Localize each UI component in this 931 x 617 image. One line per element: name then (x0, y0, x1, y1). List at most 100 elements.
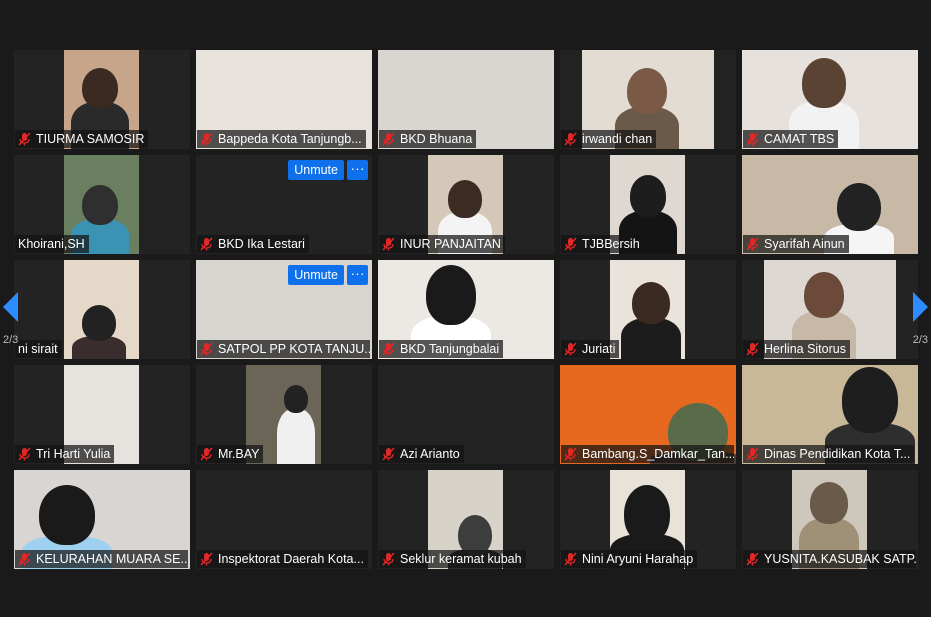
participant-tile[interactable]: CAMAT TBS (742, 50, 918, 149)
mic-muted-icon (200, 447, 213, 461)
participant-name: Seklur keramat kubah (400, 552, 522, 566)
mic-muted-icon (746, 132, 759, 146)
mic-muted-icon (382, 552, 395, 566)
more-options-button[interactable]: ··· (347, 160, 368, 180)
participant-video (64, 260, 139, 359)
mic-muted-icon (200, 342, 213, 356)
participant-name: YUSNITA.KASUBAK SATP... (764, 552, 916, 566)
participant-video (610, 260, 685, 359)
mic-muted-icon (564, 342, 577, 356)
participant-tile[interactable]: KELURAHAN MUARA SE... (14, 470, 190, 569)
participant-name-label: Tri Harti Yulia (15, 445, 115, 463)
participant-name: TJBBersih (582, 237, 640, 251)
previous-page-button[interactable]: 2/3 (0, 262, 28, 357)
more-options-button[interactable]: ··· (347, 265, 368, 285)
participant-name-label: INUR PANJAITAN (379, 235, 505, 253)
participant-name-label: Mr.BAY (197, 445, 264, 463)
participant-name: INUR PANJAITAN (400, 237, 501, 251)
participant-tile[interactable]: Tri Harti Yulia (14, 365, 190, 464)
participant-tile[interactable]: Bambang.S_Damkar_Tan... (560, 365, 736, 464)
chevron-right-icon (913, 292, 928, 322)
participant-name-label: Seklur keramat kubah (379, 550, 526, 568)
participant-tile[interactable]: Herlina Sitorus (742, 260, 918, 359)
participant-tile[interactable]: BKD Tanjungbalai (378, 260, 554, 359)
mic-muted-icon (200, 132, 213, 146)
mic-muted-icon (746, 552, 759, 566)
mic-muted-icon (18, 132, 31, 146)
participant-tile[interactable]: YUSNITA.KASUBAK SATP... (742, 470, 918, 569)
participant-name-label: TJBBersih (561, 235, 644, 253)
participant-name-label: Juriati (561, 340, 620, 358)
mic-muted-icon (746, 342, 759, 356)
page-indicator-left: 2/3 (3, 334, 19, 346)
unmute-button[interactable]: Unmute (288, 160, 344, 180)
participant-name-label: Azi Arianto (379, 445, 464, 463)
participant-tile[interactable]: Unmute ··· SATPOL PP KOTA TANJU... (196, 260, 372, 359)
participant-tile[interactable]: Inspektorat Daerah Kota... (196, 470, 372, 569)
mic-muted-icon (746, 237, 759, 251)
participant-tile[interactable]: Dinas Pendidikan Kota T... (742, 365, 918, 464)
participant-name-label: Bappeda Kota Tanjungb... (197, 130, 366, 148)
participant-name-label: Bambang.S_Damkar_Tan... (561, 445, 734, 463)
participant-name-label: Dinas Pendidikan Kota T... (743, 445, 915, 463)
unmute-button[interactable]: Unmute (288, 265, 344, 285)
next-page-button[interactable]: 2/3 (903, 262, 931, 357)
participant-name: BKD Ika Lestari (218, 237, 305, 251)
mic-muted-icon (564, 552, 577, 566)
participant-tile[interactable]: Juriati (560, 260, 736, 359)
participant-name-label: YUSNITA.KASUBAK SATP... (743, 550, 916, 568)
participant-tile[interactable]: INUR PANJAITAN (378, 155, 554, 254)
participant-name: Tri Harti Yulia (36, 447, 111, 461)
participant-tile[interactable]: Nini Aryuni Harahap (560, 470, 736, 569)
participant-tile[interactable]: Bappeda Kota Tanjungb... (196, 50, 372, 149)
participant-tile[interactable]: BKD Bhuana (378, 50, 554, 149)
participant-tile[interactable]: Azi Arianto (378, 365, 554, 464)
participant-name: BKD Tanjungbalai (400, 342, 500, 356)
participant-name: SATPOL PP KOTA TANJU... (218, 342, 370, 356)
participant-name: Bappeda Kota Tanjungb... (218, 132, 362, 146)
mic-muted-icon (18, 552, 31, 566)
mic-muted-icon (382, 342, 395, 356)
participant-tile[interactable]: Seklur keramat kubah (378, 470, 554, 569)
participant-tile[interactable]: ni sirait (14, 260, 190, 359)
participant-tile[interactable]: Khoirani,SH (14, 155, 190, 254)
participant-name-label: Khoirani,SH (15, 235, 89, 253)
mic-muted-icon (200, 237, 213, 251)
participant-tile[interactable]: Mr.BAY (196, 365, 372, 464)
mic-muted-icon (564, 237, 577, 251)
participant-name: Bambang.S_Damkar_Tan... (582, 447, 734, 461)
participant-name: TIURMA SAMOSIR (36, 132, 145, 146)
participant-name-label: Inspektorat Daerah Kota... (197, 550, 368, 568)
participant-tile[interactable]: irwandi chan (560, 50, 736, 149)
mic-muted-icon (382, 132, 395, 146)
participant-name: irwandi chan (582, 132, 653, 146)
participant-name-label: BKD Bhuana (379, 130, 477, 148)
participant-name-label: SATPOL PP KOTA TANJU... (197, 340, 370, 358)
participant-name: Inspektorat Daerah Kota... (218, 552, 364, 566)
mic-muted-icon (200, 552, 213, 566)
mic-muted-icon (746, 447, 759, 461)
participant-tile[interactable]: TIURMA SAMOSIR (14, 50, 190, 149)
participant-name: CAMAT TBS (764, 132, 835, 146)
mic-muted-icon (18, 447, 31, 461)
participant-name: Dinas Pendidikan Kota T... (764, 447, 911, 461)
participant-name: Khoirani,SH (18, 237, 85, 251)
participant-name-label: irwandi chan (561, 130, 657, 148)
participant-name-label: BKD Ika Lestari (197, 235, 309, 253)
mic-muted-icon (564, 447, 577, 461)
participant-name: Nini Aryuni Harahap (582, 552, 694, 566)
participant-name-label: TIURMA SAMOSIR (15, 130, 149, 148)
participant-name: Juriati (582, 342, 616, 356)
participant-name-label: Herlina Sitorus (743, 340, 850, 358)
participant-name: BKD Bhuana (400, 132, 473, 146)
participant-name-label: Syarifah Ainun (743, 235, 849, 253)
participant-tile[interactable]: Unmute ··· BKD Ika Lestari (196, 155, 372, 254)
participant-grid: TIURMA SAMOSIR Bappeda Kota Tanjungb... BK… (14, 50, 919, 570)
participant-tile[interactable]: TJBBersih (560, 155, 736, 254)
participant-name: KELURAHAN MUARA SE... (36, 552, 188, 566)
participant-name: Azi Arianto (400, 447, 460, 461)
participant-name: Mr.BAY (218, 447, 260, 461)
participant-name: Syarifah Ainun (764, 237, 845, 251)
participant-tile[interactable]: Syarifah Ainun (742, 155, 918, 254)
page-indicator-right: 2/3 (912, 334, 928, 346)
